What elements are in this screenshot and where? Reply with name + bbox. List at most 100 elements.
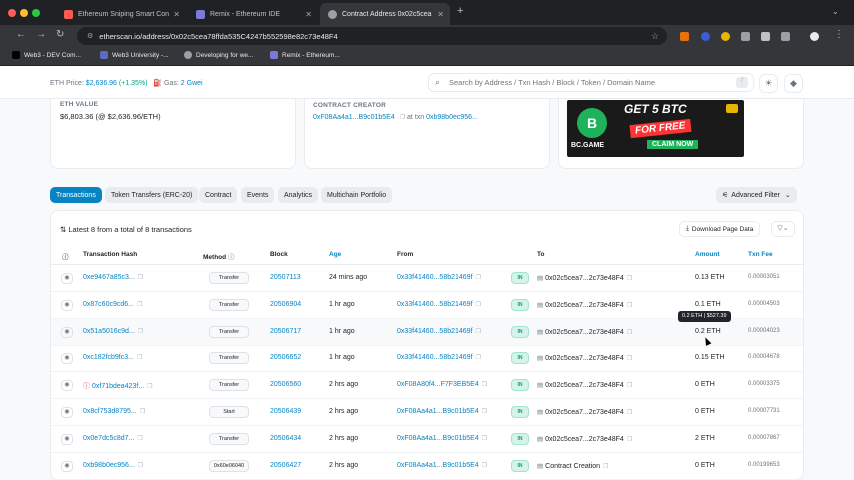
copy-icon[interactable]: ❐ [482,436,487,442]
col-header-age[interactable]: Age [329,251,341,258]
txn-hash-link[interactable]: 0x8cf753d8795... [83,408,137,415]
txn-hash-cell[interactable]: ⓘ 0xf71bdea423f... ❐ [83,381,153,391]
bookmark-star-icon[interactable]: ☆ [651,31,659,42]
browser-tab-etherscan[interactable]: Contract Address 0x02c5cea ✕ [320,3,450,25]
bcgame-ad-banner[interactable]: B BC.GAME GET 5 BTC FOR FREE CLAIM NOW [567,100,744,157]
view-details-eye-icon[interactable]: ◉ [61,460,73,472]
copy-icon[interactable]: ❐ [627,410,632,416]
minimize-window-icon[interactable] [20,9,28,17]
extension-icon[interactable] [741,32,750,41]
tab-search-chevron-icon[interactable]: ⌄ [832,7,839,16]
block-link[interactable]: 20506904 [270,301,301,308]
to-address[interactable]: 0x02c5cea7...2c73e48F4 [545,436,624,443]
copy-icon[interactable]: ❐ [627,383,632,389]
from-address-link[interactable]: 0xF08Aa4a1...B9c01b5E4 [397,435,479,442]
to-address[interactable]: 0x02c5cea7...2c73e48F4 [545,275,624,282]
filter-dropdown-button[interactable]: ▽⌄ [771,221,795,237]
txn-hash-cell[interactable]: 0xe9467a85c3... ❐ [83,274,143,281]
view-details-eye-icon[interactable]: ◉ [61,299,73,311]
extension-icon[interactable] [701,32,710,41]
copy-icon[interactable]: ❐ [137,355,142,361]
close-tab-icon[interactable]: ✕ [437,10,444,19]
col-header-txn-fee[interactable]: Txn Fee [748,251,773,258]
block-link[interactable]: 20507113 [270,274,301,281]
address-bar[interactable]: ⚙ etherscan.io/address/0x02c5cea78ffda53… [77,27,667,45]
download-page-data-button[interactable]: ⤓ Download Page Data [679,221,761,237]
copy-icon[interactable]: ❐ [476,329,481,335]
info-icon[interactable]: ⓘ [228,254,235,261]
block-link[interactable]: 20506439 [270,408,301,415]
ethereum-network-icon[interactable]: ◆ [784,74,803,93]
bookmark-developing[interactable]: Developing for we... [184,51,253,59]
copy-icon[interactable]: ❐ [138,463,143,469]
block-link[interactable]: 20506717 [270,328,301,335]
profile-avatar-icon[interactable] [810,32,819,41]
copy-icon[interactable]: ❐ [603,464,608,470]
copy-icon[interactable]: ❐ [476,275,481,281]
bookmark-remix[interactable]: Remix - Ethereum... [270,51,340,59]
txn-hash-cell[interactable]: 0x8cf753d8795... ❐ [83,408,145,415]
browser-menu-icon[interactable]: ⋮ [834,29,844,40]
txn-hash-cell[interactable]: 0xb98b0ec956... ❐ [83,462,143,469]
extensions-puzzle-icon[interactable] [781,32,790,41]
creator-txn-link[interactable]: 0xb98b0ec956... [426,114,478,121]
tab-contract[interactable]: Contract [199,187,238,203]
reload-icon[interactable]: ↻ [56,29,64,40]
txn-hash-link[interactable]: 0x51a5016c9d... [83,328,135,335]
browser-tab-remix[interactable]: Remix - Ethereum IDE ✕ [188,3,318,25]
block-link[interactable]: 20506560 [270,381,301,388]
view-details-eye-icon[interactable]: ◉ [61,407,73,418]
tab-multichain-portfolio[interactable]: Multichain Portfolio [321,187,393,203]
txn-hash-link[interactable]: 0xe9467a85c3... [83,274,135,281]
tab-transactions[interactable]: Transactions [50,187,102,203]
copy-icon[interactable]: ❐ [627,356,632,362]
copy-icon[interactable]: ❐ [140,409,145,415]
from-address-link[interactable]: 0xF08Aa4a1...B9c01b5E4 [397,408,479,415]
block-link[interactable]: 20506434 [270,435,301,442]
copy-icon[interactable]: ❐ [482,463,487,469]
help-icon[interactable]: ⓘ [62,251,69,261]
copy-icon[interactable]: ❐ [482,382,487,388]
copy-icon[interactable]: ❐ [627,437,632,443]
to-address[interactable]: 0x02c5cea7...2c73e48F4 [545,355,624,362]
txn-hash-link[interactable]: 0x87c60c9cd6... [83,301,134,308]
forward-icon[interactable]: → [36,29,46,40]
to-address[interactable]: 0x02c5cea7...2c73e48F4 [545,302,624,309]
copy-icon[interactable]: ❐ [482,409,487,415]
creator-address-link[interactable]: 0xF08Aa4a1...B9c01b5E4 [313,114,395,121]
txn-hash-link[interactable]: 0xb98b0ec956... [83,462,135,469]
close-tab-icon[interactable]: ✕ [305,10,312,19]
back-icon[interactable]: ← [16,29,26,40]
bookmark-web3-university[interactable]: Web3 University -... [100,51,169,59]
txn-hash-cell[interactable]: 0x87c60c9cd6... ❐ [83,301,142,308]
copy-icon[interactable]: ❐ [627,303,632,309]
new-tab-icon[interactable]: + [457,5,463,17]
view-details-eye-icon[interactable]: ◉ [61,433,73,445]
from-address-link[interactable]: 0x33f41460...58b21469f [397,301,473,308]
from-address-link[interactable]: 0xF08Aa4a1...B9c01b5E4 [397,462,479,469]
copy-icon[interactable]: ❐ [476,355,481,361]
site-info-icon[interactable]: ⚙ [87,32,93,40]
view-details-eye-icon[interactable]: ◉ [61,273,73,284]
maximize-window-icon[interactable] [32,9,40,17]
copy-icon[interactable]: ❐ [137,436,142,442]
to-address[interactable]: 0x02c5cea7...2c73e48F4 [545,329,624,336]
gas-value[interactable]: 2 Gwei [181,80,203,87]
close-tab-icon[interactable]: ✕ [173,10,180,19]
eth-price-value[interactable]: $2,636.96 [86,80,117,87]
copy-icon[interactable]: ❐ [138,275,143,281]
col-header-amount[interactable]: Amount [695,251,720,258]
copy-icon[interactable]: ❐ [137,302,142,308]
bookmark-dev-community[interactable]: Web3 - DEV Com... [12,51,81,59]
txn-hash-link[interactable]: 0xc182fcb9fc3... [83,354,134,361]
block-link[interactable]: 20506652 [270,354,301,361]
txn-hash-link[interactable]: 0xf71bdea423f... [92,383,144,390]
extension-icon[interactable] [680,32,689,41]
txn-hash-link[interactable]: 0x0e7dc5c8d7... [83,435,134,442]
block-link[interactable]: 20506427 [270,462,301,469]
copy-icon[interactable]: ❐ [138,329,143,335]
txn-hash-cell[interactable]: 0x51a5016c9d... ❐ [83,328,143,335]
search-input[interactable]: ⌕ Search by Address / Txn Hash / Block /… [428,73,754,92]
tab-events[interactable]: Events [241,187,275,203]
copy-icon[interactable]: ❐ [476,302,481,308]
